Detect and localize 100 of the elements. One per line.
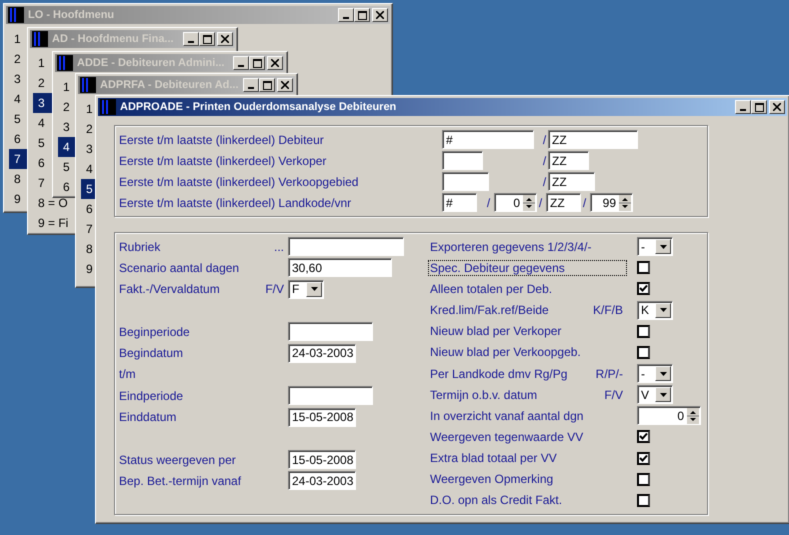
input-field[interactable] <box>288 322 373 342</box>
checkbox[interactable] <box>637 452 650 465</box>
caret-icon[interactable] <box>655 239 671 254</box>
menu-item[interactable]: 9 <box>81 259 98 279</box>
menu-item[interactable]: 5 <box>9 109 26 129</box>
caret-icon[interactable] <box>306 282 322 297</box>
spin-buttons[interactable] <box>687 408 699 424</box>
separator-text: / <box>538 196 544 210</box>
option-label: Exporteren gegevens 1/2/3/4/- <box>430 240 592 254</box>
menu-item[interactable]: 1 <box>9 29 26 49</box>
checkbox[interactable] <box>637 472 650 486</box>
window-title: ADPROADE - Printen Ouderdomsanalyse Debiteuren <box>120 101 398 113</box>
field-label: Beginperiode <box>119 324 191 339</box>
dropdown[interactable]: - <box>637 237 673 256</box>
option-label: Extra blad totaal per VV <box>430 451 558 466</box>
caret-icon[interactable] <box>655 366 671 382</box>
separator-text: / <box>582 196 588 210</box>
field-label: Begindatum <box>119 346 184 360</box>
field-label: Eerste t/m laatste (linkerdeel) Landkode/vnr <box>119 196 352 210</box>
dropdown[interactable]: F <box>288 280 324 299</box>
menu-item[interactable]: 8 <box>9 169 26 189</box>
close-icon <box>773 103 781 111</box>
close-icon <box>221 35 229 43</box>
close-icon <box>271 59 279 67</box>
option-label: Weergeven tegenwaarde VV <box>430 430 584 444</box>
field-label: Eerste t/m laatste (linkerdeel) Debiteur <box>119 132 325 146</box>
menu-item[interactable]: 3 <box>9 69 26 89</box>
checkbox[interactable] <box>637 261 650 274</box>
menu-item[interactable]: 5 <box>58 157 75 177</box>
maximize-icon <box>358 10 366 20</box>
menu-item[interactable]: 3 <box>58 117 75 137</box>
menu-item[interactable]: 6 <box>9 129 26 149</box>
menu-item[interactable]: 2 <box>33 73 50 93</box>
separator-text: / <box>542 132 548 146</box>
input-field[interactable]: 15-05-2008 <box>288 450 356 470</box>
menu-item[interactable]: 4 <box>33 113 50 133</box>
caret-icon[interactable] <box>655 387 671 402</box>
menu-item[interactable]: 2 <box>81 119 98 139</box>
minimize-button[interactable] <box>735 100 751 114</box>
menu-item[interactable]: 7 <box>81 219 98 239</box>
input-field[interactable]: ZZ <box>548 130 638 149</box>
maximize-icon <box>262 80 272 90</box>
checkbox[interactable] <box>637 282 650 296</box>
menu-item[interactable]: 4 <box>81 159 98 179</box>
checkbox[interactable] <box>637 494 650 507</box>
menu-item[interactable]: 4 <box>9 89 26 109</box>
window-icon <box>100 99 116 115</box>
input-field[interactable]: # <box>442 193 477 212</box>
input-field[interactable]: ZZ <box>548 151 589 170</box>
option-label: Spec. Debiteur gegevens <box>428 260 627 276</box>
menu-item[interactable]: 1 <box>33 53 50 73</box>
dropdown[interactable]: K <box>637 300 673 320</box>
input-field[interactable] <box>442 151 483 170</box>
input-field[interactable]: 30,60 <box>288 258 392 278</box>
close-icon <box>281 81 289 89</box>
spin-field[interactable]: 0 <box>494 193 537 212</box>
spin-field[interactable]: 0 <box>637 406 701 426</box>
field-label: Status weergeven per <box>119 452 237 467</box>
checkbox[interactable] <box>637 324 650 338</box>
code-hint: K/F/B <box>592 303 623 318</box>
option-label: Alleen totalen per Deb. <box>430 282 554 296</box>
window-icon <box>80 77 96 93</box>
spin-buttons[interactable] <box>523 195 535 211</box>
menu-item[interactable]: 9 = Fi <box>33 213 74 233</box>
menu-item[interactable]: 2 <box>9 49 26 69</box>
dropdown[interactable]: V <box>637 385 673 404</box>
input-field[interactable]: 15-05-2008 <box>288 408 356 427</box>
option-label: Nieuw blad per Verkoper <box>430 324 562 338</box>
code-hint: F/V <box>604 388 623 402</box>
caret-icon[interactable] <box>655 302 671 318</box>
dropdown[interactable]: - <box>637 364 673 384</box>
input-field[interactable]: ZZ <box>546 193 581 212</box>
menu-item[interactable]: 6 <box>81 199 98 219</box>
close-button[interactable] <box>769 100 785 114</box>
option-label: Kred.lim/Fak.ref/Beide <box>430 303 550 318</box>
menu-item[interactable]: 8 <box>81 239 98 259</box>
code-hint: ... <box>274 240 284 254</box>
menu-item[interactable]: 9 <box>9 189 26 209</box>
input-field[interactable]: 24-03-2003 <box>288 471 356 490</box>
maximize-button[interactable] <box>751 100 767 114</box>
window-title: LO - Hoofdmenu <box>28 9 116 21</box>
input-field[interactable]: 24-03-2003 <box>288 344 356 363</box>
window-icon <box>8 7 24 23</box>
input-field[interactable] <box>288 386 373 406</box>
close-icon <box>376 11 384 19</box>
menu-item[interactable]: 1 <box>81 99 98 119</box>
window-icon <box>32 31 48 47</box>
checkbox[interactable] <box>637 430 650 444</box>
spin-field[interactable]: 99 <box>590 193 633 212</box>
menu-item[interactable]: 6 <box>58 177 75 197</box>
input-field[interactable]: ZZ <box>548 172 595 191</box>
separator-text: / <box>542 154 548 168</box>
field-label: Scenario aantal dagen <box>119 260 240 275</box>
checkbox[interactable] <box>637 346 650 359</box>
menu-item[interactable]: 7 <box>33 173 50 193</box>
input-field[interactable] <box>288 237 404 256</box>
input-field[interactable] <box>442 172 489 191</box>
spin-buttons[interactable] <box>619 195 631 211</box>
input-field[interactable]: # <box>442 130 534 149</box>
field-label: Einddatum <box>119 410 178 424</box>
